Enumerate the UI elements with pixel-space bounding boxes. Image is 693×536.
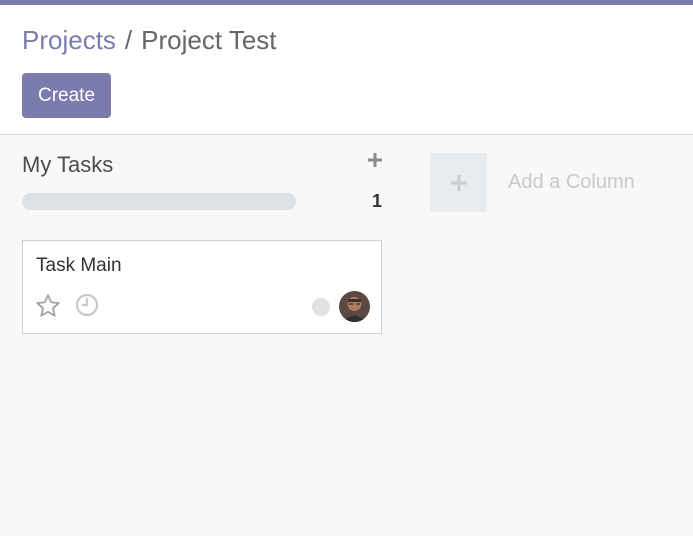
breadcrumb-current: Project Test	[141, 25, 277, 55]
star-outline-icon[interactable]	[35, 293, 61, 319]
add-column-label: Add a Column	[508, 171, 635, 193]
kanban-column-my-tasks: My Tasks 1 Task Main	[22, 135, 382, 334]
add-column-button[interactable]: Add a Column	[430, 153, 635, 212]
breadcrumb-separator: /	[124, 25, 133, 55]
create-button[interactable]: Create	[22, 73, 111, 118]
clock-icon[interactable]	[75, 293, 99, 317]
column-count: 1	[371, 191, 382, 211]
column-header: My Tasks	[22, 135, 382, 185]
breadcrumb: Projects / Project Test	[22, 25, 671, 55]
breadcrumb-projects-link[interactable]: Projects	[22, 25, 116, 55]
add-column-box	[430, 153, 487, 212]
plus-icon[interactable]	[368, 153, 382, 167]
avatar[interactable]	[339, 291, 370, 322]
plus-icon	[450, 174, 467, 191]
status-indicator[interactable]	[312, 298, 330, 316]
kanban-view: My Tasks 1 Task Main Add a Column	[0, 135, 693, 536]
column-title: My Tasks	[22, 152, 114, 177]
task-title: Task Main	[36, 255, 122, 276]
column-progress-bar[interactable]	[22, 193, 296, 210]
task-card[interactable]: Task Main	[22, 240, 382, 334]
control-panel: Projects / Project Test Create	[0, 5, 693, 135]
